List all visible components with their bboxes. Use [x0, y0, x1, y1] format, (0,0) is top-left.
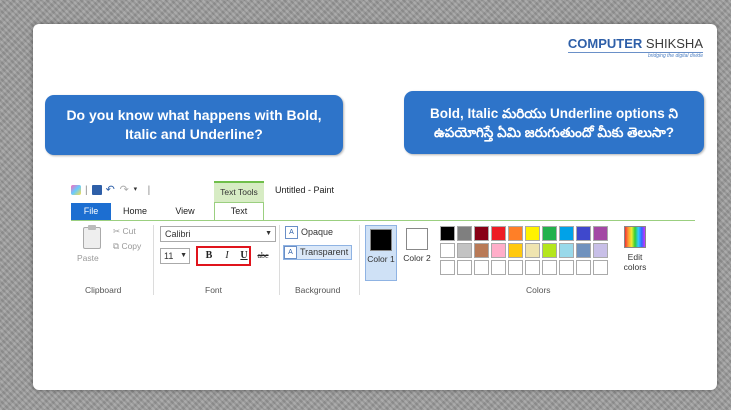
palette-swatch[interactable] — [576, 243, 591, 258]
color2-button[interactable]: Color 2 — [401, 225, 433, 281]
transparent-label: Transparent — [300, 247, 349, 257]
chevron-down-icon: ▼ — [265, 230, 272, 237]
italic-button[interactable]: I — [220, 249, 234, 263]
tab-home[interactable]: Home — [116, 203, 154, 220]
font-family-dropdown[interactable]: Calibri ▼ — [160, 226, 276, 242]
palette-swatch[interactable] — [474, 243, 489, 258]
palette-swatch[interactable] — [440, 226, 455, 241]
palette-swatch[interactable] — [593, 226, 608, 241]
divider — [359, 225, 360, 295]
tab-text[interactable]: Text — [214, 202, 264, 221]
palette-swatch[interactable] — [525, 226, 540, 241]
question-callout-telugu: Bold, Italic మరియు Underline options ని … — [404, 91, 704, 154]
document-title: Untitled - Paint — [275, 185, 335, 195]
palette-swatch[interactable] — [542, 243, 557, 258]
paint-ribbon: | ↶ ↷ ▾ | Text Tools Untitled - Paint Fi… — [71, 179, 695, 297]
quick-access-toolbar: | ↶ ↷ ▾ | — [71, 183, 150, 197]
color2-swatch — [406, 228, 428, 250]
text-tools-context-label: Text Tools — [214, 181, 264, 203]
computer-shiksha-logo: COMPUTER SHIKSHA bridging the digital di… — [567, 36, 703, 59]
question-callout-english: Do you know what happens with Bold, Ital… — [45, 95, 343, 155]
edit-colors-button[interactable]: Edit colors — [619, 226, 651, 272]
palette-swatch[interactable] — [542, 226, 557, 241]
font-family-value: Calibri — [165, 229, 191, 239]
clipboard-group-label: Clipboard — [85, 285, 122, 295]
color1-swatch — [370, 229, 392, 251]
palette-swatch[interactable] — [559, 226, 574, 241]
redo-icon[interactable]: ↷ — [120, 185, 130, 196]
cut-button[interactable]: ✂ Cut — [113, 226, 136, 237]
bold-button[interactable]: B — [202, 249, 216, 263]
paste-icon — [83, 225, 101, 249]
palette-swatch[interactable] — [474, 260, 489, 275]
strikethrough-button[interactable]: abc — [256, 249, 270, 263]
edit-colors-label: Edit colors — [623, 252, 647, 272]
palette-swatch[interactable] — [491, 243, 506, 258]
copy-label: Copy — [121, 241, 142, 251]
palette-swatch[interactable] — [525, 243, 540, 258]
palette-swatch[interactable] — [576, 226, 591, 241]
logo-text: COMPUTER — [567, 36, 643, 51]
paint-app-icon — [71, 185, 81, 195]
ribbon-body: Paste ✂ Cut ⧉ Copy Clipboard Calibri ▼ 11… — [71, 221, 695, 297]
opaque-button[interactable]: A Opaque — [285, 226, 333, 241]
palette-swatch[interactable] — [576, 260, 591, 275]
background-group-label: Background — [295, 285, 341, 295]
copy-button[interactable]: ⧉ Copy — [113, 241, 141, 252]
separator: | — [147, 184, 151, 196]
color2-label: Color 2 — [403, 253, 431, 263]
logo-tagline: bridging the digital divide — [567, 52, 703, 59]
palette-swatch[interactable] — [474, 226, 489, 241]
palette-swatch[interactable] — [457, 243, 472, 258]
transparent-icon: A — [284, 246, 297, 259]
edit-colors-icon — [624, 226, 646, 248]
save-icon[interactable] — [91, 185, 102, 195]
font-size-dropdown[interactable]: 11 ▼ — [160, 248, 190, 264]
divider — [153, 225, 154, 295]
color1-label: Color 1 — [367, 254, 395, 264]
palette-swatch[interactable] — [508, 243, 523, 258]
palette-swatch[interactable] — [508, 226, 523, 241]
palette-swatch[interactable] — [525, 260, 540, 275]
palette-swatch[interactable] — [542, 260, 557, 275]
tab-file[interactable]: File — [71, 203, 111, 220]
palette-swatch[interactable] — [593, 243, 608, 258]
color1-button[interactable]: Color 1 — [365, 225, 397, 281]
undo-icon[interactable]: ↶ — [106, 185, 116, 196]
palette-swatch[interactable] — [440, 260, 455, 275]
chevron-down-icon: ▼ — [180, 252, 187, 259]
paste-button[interactable]: Paste — [77, 253, 99, 263]
palette-swatch[interactable] — [559, 260, 574, 275]
logo-text-2: SHIKSHA — [642, 36, 703, 51]
palette-swatch[interactable] — [457, 226, 472, 241]
separator: | — [85, 184, 88, 196]
opaque-icon: A — [285, 226, 298, 239]
cut-label: Cut — [122, 226, 136, 236]
palette-swatch[interactable] — [457, 260, 472, 275]
palette-swatch[interactable] — [491, 226, 506, 241]
underline-button[interactable]: U — [237, 249, 251, 263]
customize-toolbar-icon[interactable]: ▾ — [134, 185, 144, 195]
divider — [279, 225, 280, 295]
font-group-label: Font — [205, 285, 223, 295]
colors-group-label: Colors — [526, 285, 551, 295]
color-palette — [440, 226, 608, 275]
palette-swatch[interactable] — [508, 260, 523, 275]
palette-swatch[interactable] — [559, 243, 574, 258]
tab-view[interactable]: View — [168, 203, 202, 220]
transparent-button[interactable]: A Transparent — [283, 245, 353, 260]
font-size-value: 11 — [164, 251, 174, 261]
palette-swatch[interactable] — [593, 260, 608, 275]
slide: COMPUTER SHIKSHA bridging the digital di… — [33, 24, 717, 390]
palette-swatch[interactable] — [491, 260, 506, 275]
opaque-label: Opaque — [301, 227, 334, 237]
palette-swatch[interactable] — [440, 243, 455, 258]
